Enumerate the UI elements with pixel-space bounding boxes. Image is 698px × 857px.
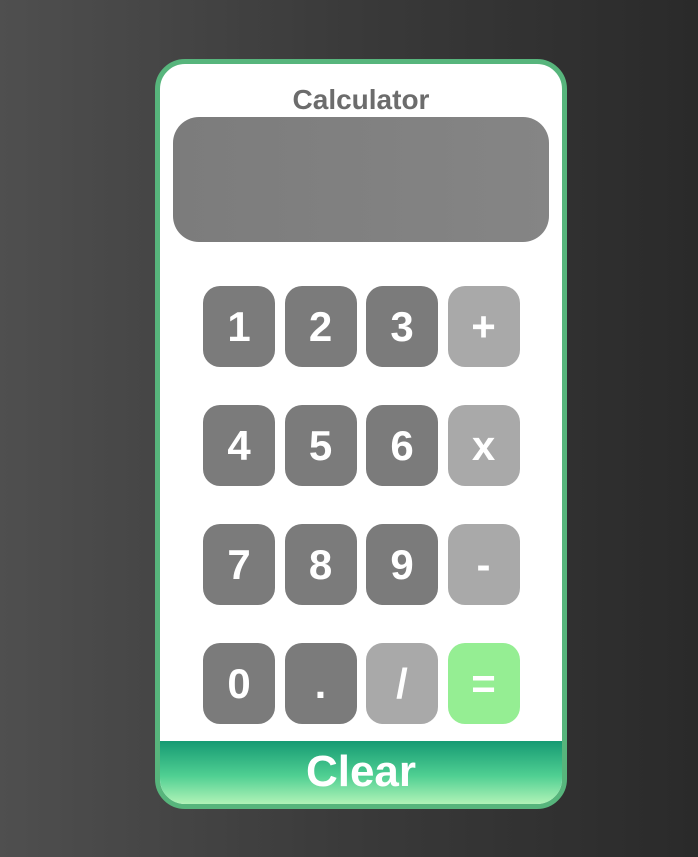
calculator-frame: Calculator 1 2 3 + 4 5 6 x 7 8 9 - 0 . /… (155, 59, 567, 809)
key-7[interactable]: 7 (203, 524, 275, 605)
key-0[interactable]: 0 (203, 643, 275, 724)
page-background: { "app": { "title": "Calculator" }, "dis… (0, 0, 698, 857)
key-9[interactable]: 9 (366, 524, 438, 605)
key-6[interactable]: 6 (366, 405, 438, 486)
calculator-title: Calculator (292, 84, 430, 115)
key-multiply[interactable]: x (447, 405, 520, 486)
clear-button[interactable]: Clear (160, 741, 562, 804)
key-2[interactable]: 2 (284, 286, 357, 367)
key-divide[interactable]: / (366, 643, 438, 724)
key-plus[interactable]: + (447, 286, 520, 367)
key-4[interactable]: 4 (203, 405, 275, 486)
keypad: 1 2 3 + 4 5 6 x 7 8 9 - 0 . / = (203, 286, 520, 724)
key-8[interactable]: 8 (284, 524, 357, 605)
key-3[interactable]: 3 (366, 286, 438, 367)
display-screen (173, 117, 549, 242)
key-5[interactable]: 5 (284, 405, 357, 486)
key-1[interactable]: 1 (203, 286, 275, 367)
key-equals[interactable]: = (447, 643, 520, 724)
key-minus[interactable]: - (447, 524, 520, 605)
key-decimal[interactable]: . (284, 643, 357, 724)
